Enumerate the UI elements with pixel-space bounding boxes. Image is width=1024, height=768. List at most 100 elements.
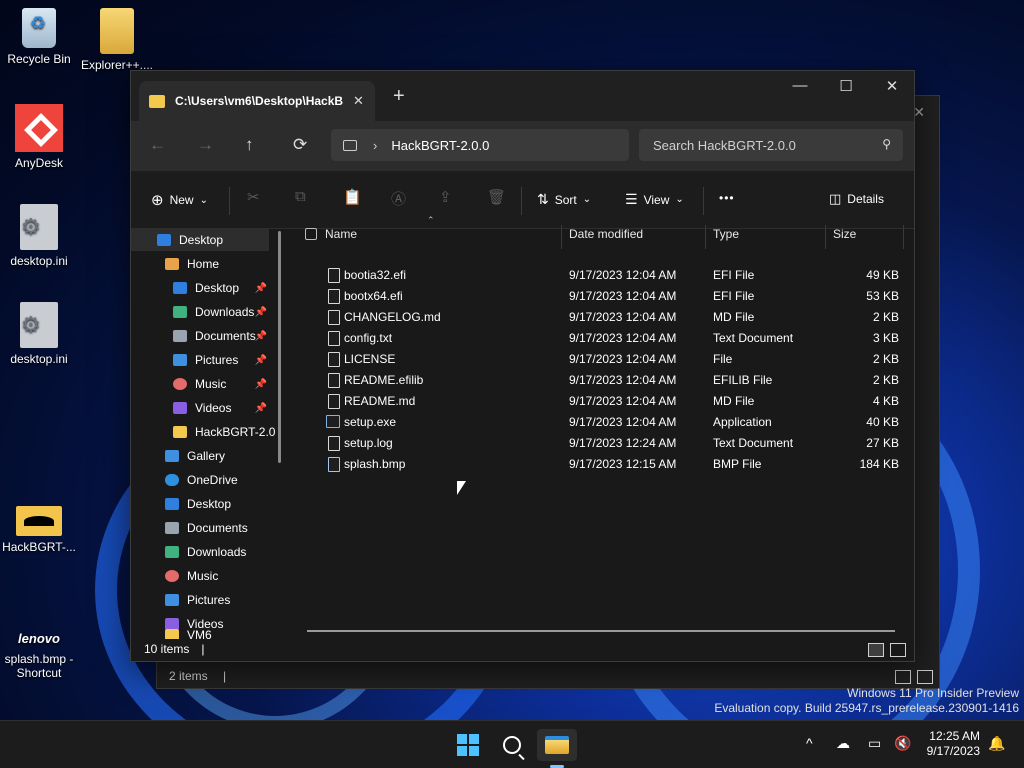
nav-item-quick-pictures[interactable]: Pictures 📌 <box>173 349 273 371</box>
table-row[interactable]: setup.log 9/17/2023 12:24 AM Text Docume… <box>291 432 911 453</box>
file-icon <box>328 394 340 409</box>
nav-item-quick-music[interactable]: Music 📌 <box>173 373 273 395</box>
share-button[interactable]: ⇪ <box>439 188 452 206</box>
view-button[interactable]: ☰ View ⌄ <box>625 191 684 208</box>
table-row[interactable]: bootx64.efi 9/17/2023 12:04 AM EFI File … <box>291 285 911 306</box>
nav-item-downloads[interactable]: Downloads <box>165 541 246 563</box>
search-input[interactable]: Search HackBGRT-2.0.0 ⚲ <box>639 129 903 161</box>
file-type: EFI File <box>713 268 755 282</box>
tray-overflow-chevron-icon[interactable]: ^ <box>806 735 813 751</box>
taskbar-file-explorer-button[interactable] <box>537 729 577 761</box>
sort-button[interactable]: ⇅ Sort ⌄ <box>537 191 591 208</box>
new-tab-button[interactable]: + <box>393 85 405 108</box>
desktop-icon-recycle-bin[interactable]: Recycle Bin <box>0 8 78 66</box>
nav-item-gallery[interactable]: Gallery <box>165 445 225 467</box>
minimize-button[interactable]: — <box>777 77 823 94</box>
refresh-button[interactable]: ⟳ <box>293 135 307 155</box>
navigation-pane[interactable]: Desktop Home Desktop 📌 Downloads 📌 Docum… <box>131 229 283 639</box>
tiles-view-icon[interactable] <box>890 643 906 657</box>
back-button[interactable]: ← <box>149 135 166 155</box>
column-header-size[interactable]: Size <box>825 225 905 249</box>
more-options-icon[interactable]: ••• <box>719 191 735 205</box>
table-row[interactable]: CHANGELOG.md 9/17/2023 12:04 AM MD File … <box>291 306 911 327</box>
column-header-name[interactable]: Name ⌃ <box>305 215 561 249</box>
copy-button[interactable]: ⧉ <box>295 188 306 205</box>
forward-button[interactable]: → <box>197 135 214 155</box>
taskbar-clock[interactable]: 12:25 AM 9/17/2023 <box>927 729 980 759</box>
item-count: 10 items <box>144 642 190 656</box>
table-row[interactable]: LICENSE 9/17/2023 12:04 AM File 2 KB <box>291 348 911 369</box>
windows-logo-icon <box>457 734 479 756</box>
table-row[interactable]: README.efilib 9/17/2023 12:04 AM EFILIB … <box>291 369 911 390</box>
nav-item-pictures[interactable]: Pictures <box>165 589 230 611</box>
text-file-icon <box>328 331 340 346</box>
horizontal-scrollbar[interactable] <box>307 630 895 632</box>
table-row[interactable]: bootia32.efi 9/17/2023 12:04 AM EFI File… <box>291 264 911 285</box>
navigation-scrollbar[interactable] <box>278 231 281 463</box>
paste-button[interactable]: 📋 <box>343 188 362 206</box>
table-row[interactable]: setup.exe 9/17/2023 12:04 AM Application… <box>291 411 911 432</box>
nav-item-onedrive[interactable]: OneDrive <box>165 469 238 491</box>
nav-item-hackbgrt[interactable]: HackBGRT-2.0 <box>173 421 275 443</box>
nav-item-desktop[interactable]: Desktop <box>165 493 231 515</box>
desktop-icon-anydesk[interactable]: AnyDesk <box>0 104 78 170</box>
tiles-view-icon[interactable] <box>917 670 933 684</box>
column-divider[interactable] <box>825 225 826 249</box>
desktop-icon-explorerpp[interactable]: Explorer++.... <box>78 8 156 72</box>
table-row[interactable]: config.txt 9/17/2023 12:04 AM Text Docum… <box>291 327 911 348</box>
up-button[interactable]: ↑ <box>245 135 254 155</box>
desktop-icon-desktop-ini[interactable]: desktop.ini <box>0 204 78 268</box>
table-row[interactable]: splash.bmp 9/17/2023 12:15 AM BMP File 1… <box>291 453 911 474</box>
onedrive-tray-icon[interactable]: ☁ <box>836 735 850 752</box>
select-all-checkbox[interactable] <box>305 228 317 240</box>
home-icon <box>165 258 179 270</box>
address-bar[interactable]: › HackBGRT-2.0.0 <box>331 129 629 161</box>
column-header-type[interactable]: Type <box>705 225 825 249</box>
nav-item-documents[interactable]: Documents <box>165 517 248 539</box>
details-pane-button[interactable]: ◫ Details <box>829 191 884 207</box>
file-size: 4 KB <box>872 394 899 408</box>
desktop-icon-hackbgrt[interactable]: HackBGRT-... <box>0 496 78 554</box>
volume-muted-icon[interactable]: 🔇 <box>894 735 911 752</box>
breadcrumb-chevron[interactable]: › <box>373 138 377 153</box>
notification-bell-icon[interactable]: 🔔 <box>988 735 1005 752</box>
column-header-date[interactable]: Date modified <box>561 225 705 249</box>
file-icon <box>328 268 340 283</box>
start-button[interactable] <box>448 729 488 761</box>
nav-item-quick-documents[interactable]: Documents 📌 <box>173 325 273 347</box>
background-close-icon[interactable]: ✕ <box>913 104 925 121</box>
tab-hackbgrt[interactable]: C:\Users\vm6\Desktop\HackBGRT ✕ <box>139 81 375 121</box>
file-name: LICENSE <box>344 352 396 366</box>
nav-item-quick-desktop[interactable]: Desktop 📌 <box>173 277 273 299</box>
file-date: 9/17/2023 12:04 AM <box>569 268 677 282</box>
close-button[interactable]: ✕ <box>869 77 915 95</box>
new-button[interactable]: ⊕ New ⌄ <box>151 191 208 209</box>
details-view-icon[interactable] <box>868 643 884 657</box>
toolbar-divider <box>703 187 704 215</box>
maximize-button[interactable]: ☐ <box>823 77 869 95</box>
file-list[interactable]: Name ⌃ Date modified Type Size bootia32.… <box>291 213 911 639</box>
column-divider[interactable] <box>903 225 904 249</box>
folder-icon <box>173 426 187 438</box>
table-row[interactable]: README.md 9/17/2023 12:04 AM MD File 4 K… <box>291 390 911 411</box>
nav-item-music[interactable]: Music <box>165 565 218 587</box>
nav-item-home[interactable]: Home <box>165 253 219 275</box>
taskbar-search-button[interactable] <box>492 729 532 761</box>
file-explorer-window[interactable]: C:\Users\vm6\Desktop\HackBGRT ✕ + — ☐ ✕ … <box>130 70 915 662</box>
column-divider[interactable] <box>561 225 562 249</box>
network-icon[interactable]: ▭ <box>868 735 881 752</box>
nav-item-quick-videos[interactable]: Videos 📌 <box>173 397 273 419</box>
nav-item-desktop-root[interactable]: Desktop <box>131 229 269 251</box>
background-status-bar: 2 items | <box>169 669 226 683</box>
nav-item-quick-downloads[interactable]: Downloads 📌 <box>173 301 273 323</box>
rename-button[interactable]: Ⓐ <box>391 188 406 209</box>
details-view-icon[interactable] <box>895 670 911 684</box>
delete-button[interactable]: 🗑 <box>487 188 506 206</box>
tab-close-icon[interactable]: ✕ <box>353 93 364 109</box>
desktop-icon-desktop-ini-2[interactable]: desktop.ini <box>0 302 78 366</box>
breadcrumb-current-folder[interactable]: HackBGRT-2.0.0 <box>391 138 489 153</box>
cut-button[interactable]: ✂ <box>247 188 260 206</box>
column-divider[interactable] <box>705 225 706 249</box>
desktop-icon-splash-shortcut[interactable]: lenovo splash.bmp - Shortcut <box>0 612 78 681</box>
file-size: 40 KB <box>866 415 899 429</box>
